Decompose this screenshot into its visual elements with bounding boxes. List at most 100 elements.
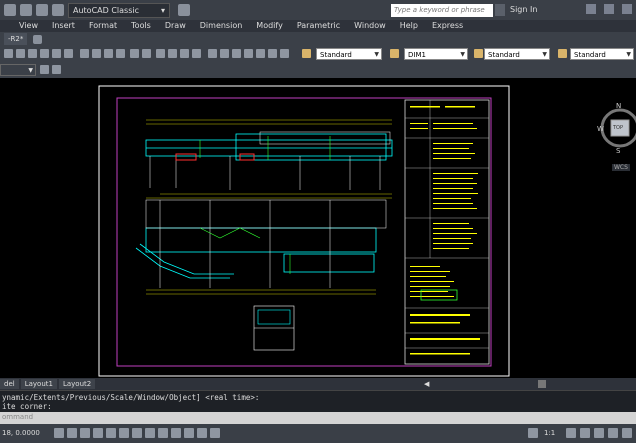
menu-dimension[interactable]: Dimension — [193, 20, 250, 32]
customize-icon[interactable] — [178, 4, 190, 16]
isolate-icon[interactable] — [608, 428, 618, 438]
command-line-2: ite corner: — [2, 402, 52, 411]
dyn-icon[interactable] — [158, 428, 168, 438]
polar-icon[interactable] — [93, 428, 103, 438]
menu-insert[interactable]: Insert — [45, 20, 82, 32]
workspaces-toolbar: ▼ — [0, 62, 636, 78]
text-style-icon — [302, 49, 311, 58]
annotation-visibility-icon[interactable] — [566, 428, 576, 438]
open-icon[interactable] — [16, 49, 25, 58]
command-line-1: ynamic/Extents/Previous/Scale/Window/Obj… — [2, 393, 260, 402]
menu-parametric[interactable]: Parametric — [290, 20, 347, 32]
search-input[interactable]: Type a keyword or phrase — [391, 4, 493, 17]
save-icon[interactable] — [28, 49, 37, 58]
tab-model[interactable]: del — [0, 379, 19, 389]
zoom-previous-icon[interactable] — [192, 49, 201, 58]
save-icon[interactable] — [4, 4, 16, 16]
menu-format[interactable]: Format — [82, 20, 124, 32]
menu-tools[interactable]: Tools — [124, 20, 158, 32]
redo-icon[interactable] — [142, 49, 151, 58]
customize-icon[interactable] — [622, 428, 632, 438]
lock-icon[interactable] — [594, 428, 604, 438]
ducs-icon[interactable] — [145, 428, 155, 438]
menu-modify[interactable]: Modify — [249, 20, 290, 32]
viewcube[interactable]: N W S TOP WCS — [592, 92, 636, 176]
table-style-select[interactable]: Standard ▼ — [484, 48, 550, 60]
pan-icon[interactable] — [156, 49, 165, 58]
quick-access-toolbar: AutoCAD Classic ▾ — [0, 0, 636, 20]
zoom-realtime-icon[interactable] — [168, 49, 177, 58]
print-icon[interactable] — [20, 4, 32, 16]
undo-icon[interactable] — [130, 49, 139, 58]
selection-cycling-icon[interactable] — [210, 428, 220, 438]
menu-window[interactable]: Window — [347, 20, 393, 32]
text-style-value: Standard — [320, 51, 352, 59]
standard-toolbar: Standard ▼ DIM1 ▼ Standard ▼ Standard ▼ — [0, 46, 636, 62]
menu-express[interactable]: Express — [425, 20, 470, 32]
multileader-style-value: Standard — [574, 51, 606, 59]
new-tab-icon[interactable] — [33, 34, 43, 44]
publish-icon[interactable] — [64, 49, 73, 58]
ucs-menu[interactable]: WCS — [612, 164, 630, 171]
help-icon[interactable] — [280, 49, 289, 58]
menu-draw[interactable]: Draw — [158, 20, 193, 32]
design-center-icon[interactable] — [220, 49, 229, 58]
exchange-icon[interactable] — [586, 4, 596, 14]
status-bar: 18, 0.0000 1:1 — [0, 424, 636, 443]
markup-icon[interactable] — [256, 49, 265, 58]
workspace-select[interactable]: ▼ — [0, 64, 36, 76]
otrack-icon[interactable] — [132, 428, 142, 438]
command-input-placeholder: ommand — [2, 413, 34, 421]
match-properties-icon[interactable] — [116, 49, 125, 58]
table-style-icon — [474, 49, 483, 58]
menu-view[interactable]: View — [12, 20, 45, 32]
dim-style-select[interactable]: DIM1 ▼ — [404, 48, 468, 60]
north-label: N — [616, 102, 622, 110]
annotation-scale[interactable]: 1:1 — [544, 429, 555, 437]
menu-help[interactable]: Help — [393, 20, 425, 32]
zoom-window-icon[interactable] — [180, 49, 189, 58]
workspace-switch-icon[interactable] — [580, 428, 590, 438]
copy-icon[interactable] — [92, 49, 101, 58]
chevron-down-icon: ▼ — [374, 51, 379, 58]
text-style-select[interactable]: Standard ▼ — [316, 48, 382, 60]
chevron-down-icon: ▼ — [460, 51, 465, 58]
new-icon[interactable] — [4, 49, 13, 58]
workspace-settings-icon[interactable] — [40, 65, 49, 74]
calculator-icon[interactable] — [268, 49, 277, 58]
command-input[interactable]: ommand — [0, 412, 636, 424]
multileader-style-select[interactable]: Standard ▼ — [570, 48, 634, 60]
osnap-icon[interactable] — [106, 428, 116, 438]
print-icon[interactable] — [40, 49, 49, 58]
command-history: ynamic/Extents/Previous/Scale/Window/Obj… — [0, 390, 636, 412]
lineweight-icon[interactable] — [171, 428, 181, 438]
minimize-icon[interactable] — [622, 4, 632, 14]
tab-layout1[interactable]: Layout1 — [20, 379, 57, 389]
workspace-dropdown[interactable]: AutoCAD Classic ▾ — [68, 2, 170, 18]
layer-icon[interactable] — [52, 65, 61, 74]
ortho-icon[interactable] — [80, 428, 90, 438]
drawing-area[interactable]: N W S TOP WCS — [0, 78, 636, 378]
grid-icon[interactable] — [67, 428, 77, 438]
model-space-icon[interactable] — [528, 428, 538, 438]
3d-osnap-icon[interactable] — [119, 428, 129, 438]
document-tab[interactable]: -R2* — [4, 33, 28, 45]
scroll-left-icon[interactable]: ◀ — [424, 380, 429, 388]
sheet-set-icon[interactable] — [244, 49, 253, 58]
properties-icon[interactable] — [208, 49, 217, 58]
scroll-right-icon[interactable] — [538, 380, 546, 388]
help-icon[interactable] — [604, 4, 614, 14]
quick-properties-icon[interactable] — [197, 428, 207, 438]
paste-icon[interactable] — [104, 49, 113, 58]
plot-preview-icon[interactable] — [52, 49, 61, 58]
cut-icon[interactable] — [80, 49, 89, 58]
tab-layout2[interactable]: Layout2 — [58, 379, 96, 389]
transparency-icon[interactable] — [184, 428, 194, 438]
sign-in-link[interactable]: Sign In — [510, 5, 537, 14]
undo-icon[interactable] — [36, 4, 48, 16]
redo-icon[interactable] — [52, 4, 64, 16]
multileader-style-icon — [558, 49, 567, 58]
tool-palettes-icon[interactable] — [232, 49, 241, 58]
search-icon[interactable] — [495, 4, 505, 16]
snap-icon[interactable] — [54, 428, 64, 438]
